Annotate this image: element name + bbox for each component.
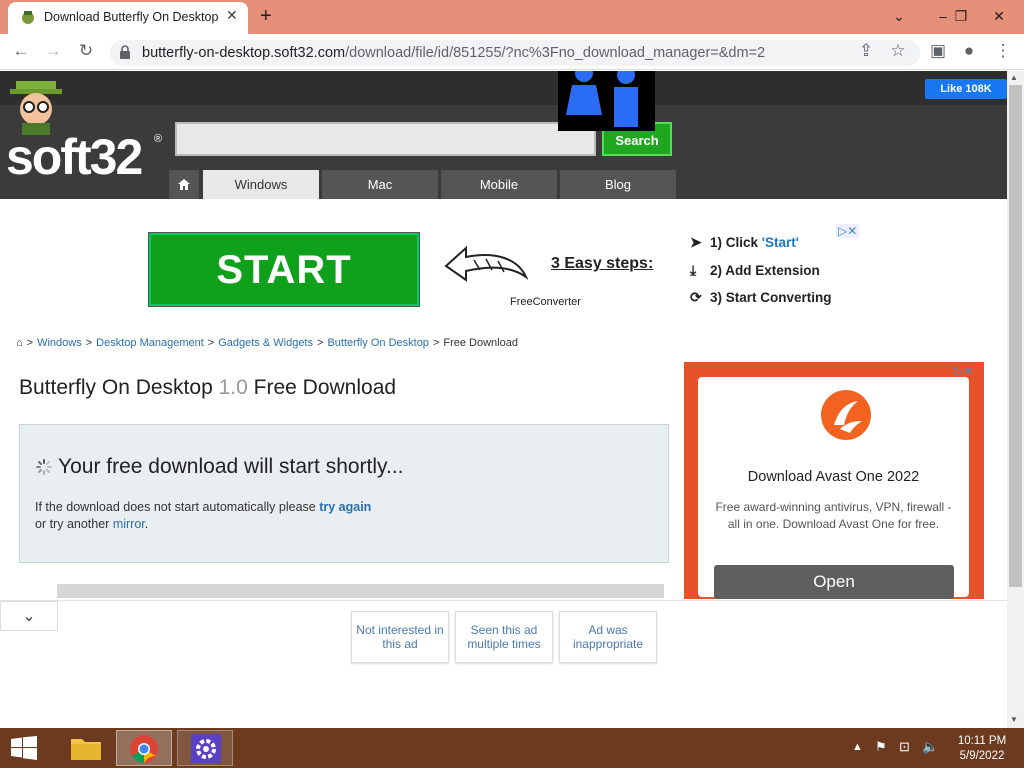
page-title: Butterfly On Desktop 1.0 Free Download	[19, 376, 397, 399]
chrome-icon	[130, 735, 158, 763]
inappropriate-ad-button[interactable]: Ad was inappropriate	[559, 611, 657, 663]
scrollbar-thumb[interactable]	[1009, 85, 1022, 587]
close-window-button[interactable]: ✕	[982, 0, 1016, 32]
taskbar: ▲ ⚑ ⊡ 🔈 10:11 PM 5/9/2022	[0, 728, 1024, 768]
arrow-icon	[444, 245, 528, 282]
ad-step-3: ⟳ 3) Start Converting	[690, 289, 832, 305]
taskbar-chrome[interactable]	[116, 730, 172, 766]
avast-logo-icon	[821, 390, 871, 440]
taskbar-settings-app[interactable]	[177, 730, 233, 766]
breadcrumb-windows[interactable]: Windows	[37, 337, 82, 349]
refresh-icon: ⟳	[690, 289, 702, 305]
side-ad-open-button[interactable]: Open	[714, 565, 954, 599]
ad-step-2: ⤓ 2) Add Extension	[690, 262, 820, 278]
url-text: butterfly-on-desktop.soft32.com/download…	[142, 45, 766, 61]
scroll-down-arrow-icon[interactable]: ▼	[1010, 715, 1018, 724]
ad-feedback-overlay: ⌄ Not interested in this ad Seen this ad…	[0, 600, 1007, 728]
side-ad[interactable]: Download Avast One 2022 Free award-winni…	[684, 362, 984, 599]
adchoices-icon[interactable]: ▷✕	[954, 364, 973, 378]
download-status-title: Your free download will start shortly...	[58, 455, 404, 478]
adchoices-icon[interactable]: ▷✕	[836, 224, 860, 238]
profile-avatar-icon[interactable]: ●	[958, 41, 980, 63]
reload-button[interactable]: ↻	[75, 41, 97, 63]
nav-tab-windows[interactable]: Windows	[203, 170, 319, 199]
breadcrumb-butterfly[interactable]: Butterfly On Desktop	[327, 337, 429, 349]
nav-tab-blog[interactable]: Blog	[560, 170, 676, 199]
nav-tab-mobile[interactable]: Mobile	[441, 170, 557, 199]
gear-icon	[191, 734, 221, 764]
soft32-favicon-icon	[22, 11, 34, 24]
breadcrumb-home-icon[interactable]: ⌂	[16, 337, 23, 349]
breadcrumb-current: Free Download	[443, 337, 518, 349]
side-panel-icon[interactable]: ▣	[927, 41, 949, 63]
new-tab-button[interactable]: +	[260, 5, 272, 28]
lock-icon[interactable]	[119, 45, 131, 59]
collapse-chevron-icon[interactable]: ⌄	[0, 601, 58, 631]
forward-button[interactable]: →	[42, 41, 64, 63]
side-ad-card[interactable]: Download Avast One 2022 Free award-winni…	[698, 377, 969, 599]
volume-muted-icon[interactable]: 🔈	[922, 739, 938, 755]
browser-menu-icon[interactable]: ⋮	[992, 41, 1014, 63]
tab-title: Download Butterfly On Desktop	[44, 10, 219, 24]
network-icon[interactable]: ⊡	[899, 739, 910, 755]
mirror-link[interactable]: mirror	[113, 517, 145, 531]
content-divider	[57, 584, 664, 598]
tray-expand-icon[interactable]: ▲	[852, 741, 863, 753]
spinner-icon	[36, 459, 52, 475]
cursor-icon: ➤	[690, 234, 702, 250]
web-page: soft32 ® Search Like 108K Windows Mac Mo…	[0, 71, 1007, 728]
try-again-link[interactable]: try again	[319, 500, 371, 514]
facebook-like-button[interactable]: Like 108K	[925, 79, 1007, 99]
folder-icon	[71, 739, 101, 760]
taskbar-file-explorer[interactable]	[58, 730, 114, 766]
back-button[interactable]: ←	[10, 41, 32, 63]
ad-start-button[interactable]: START	[148, 232, 420, 307]
taskbar-clock[interactable]: 10:11 PM 5/9/2022	[956, 734, 1008, 764]
scroll-up-arrow-icon[interactable]: ▲	[1010, 73, 1018, 82]
nav-tab-mac[interactable]: Mac	[322, 170, 438, 199]
ad-brand: FreeConverter	[510, 296, 581, 308]
logo-registered-mark: ®	[154, 133, 163, 145]
site-search-input[interactable]	[175, 122, 596, 156]
home-icon	[178, 179, 190, 190]
side-ad-text: Free award-winning antivirus, VPN, firew…	[715, 500, 952, 531]
tab-search-icon[interactable]: ⌄	[882, 0, 916, 32]
tab-close-icon[interactable]: ✕	[226, 7, 238, 24]
breadcrumb-gadgets-widgets[interactable]: Gadgets & Widgets	[218, 337, 313, 349]
share-icon[interactable]: ⇪	[855, 41, 877, 63]
download-icon: ⤓	[690, 262, 697, 278]
action-center-flag-icon[interactable]: ⚑	[875, 739, 887, 755]
ad-steps-title: 3 Easy steps:	[551, 255, 654, 272]
ad-step-1: ➤ 1) Click 'Start'	[690, 234, 799, 250]
version-label: 1.0	[218, 376, 248, 399]
bookmark-star-icon[interactable]: ☆	[887, 41, 909, 63]
not-interested-button[interactable]: Not interested in this ad	[351, 611, 449, 663]
restore-button[interactable]: ❐	[944, 0, 978, 32]
site-header-topbar	[0, 71, 1007, 105]
download-message: If the download does not start automatic…	[35, 500, 372, 531]
nav-home-button[interactable]	[169, 170, 199, 199]
breadcrumb-desktop-management[interactable]: Desktop Management	[96, 337, 204, 349]
seen-multiple-times-button[interactable]: Seen this ad multiple times	[455, 611, 553, 663]
side-ad-title: Download Avast One 2022	[747, 469, 920, 485]
download-box: Your free download will start shortly...…	[19, 424, 669, 563]
windows-start-icon[interactable]	[10, 736, 38, 760]
people-ad-icon[interactable]	[558, 71, 655, 131]
breadcrumb: ⌂ > Windows > Desktop Management > Gadgets & W…	[16, 337, 518, 349]
site-logo[interactable]: soft32	[6, 128, 143, 186]
page-scrollbar[interactable]: ▲ ▼	[1007, 71, 1024, 728]
